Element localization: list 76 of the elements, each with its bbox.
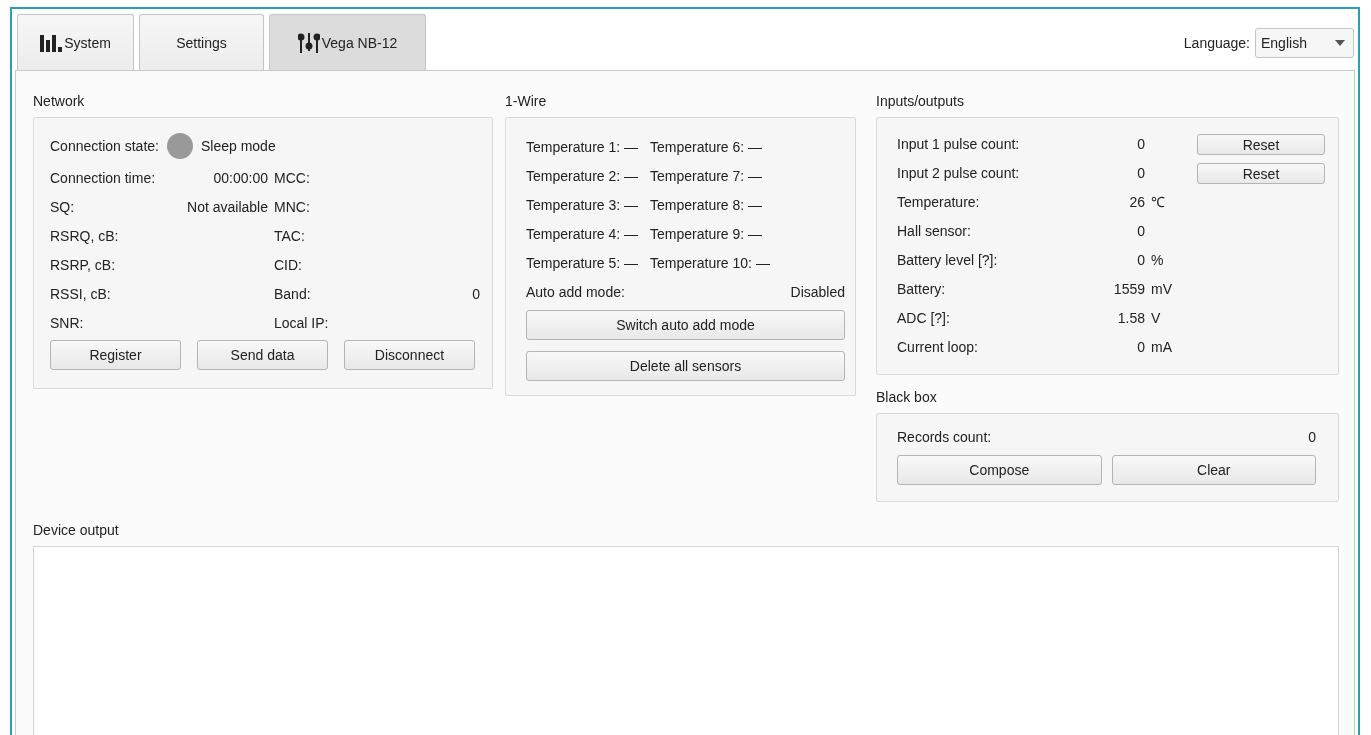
field-value: 00:00:00: [212, 169, 268, 188]
field-label: Hall sensor:: [897, 222, 972, 241]
field-value: Sleep mode: [200, 138, 276, 154]
field-label: Connection state:: [50, 138, 159, 154]
output-text-area[interactable]: [33, 546, 1339, 735]
field-label: Connection time:: [50, 169, 157, 188]
unit-label: ℃: [1151, 193, 1166, 212]
reset-button[interactable]: Reset: [1197, 163, 1325, 184]
language-value: English: [1261, 35, 1307, 51]
field-value: 0: [1136, 338, 1145, 357]
field-label: RSSI, cB:: [50, 285, 112, 304]
action-button[interactable]: Disconnect: [344, 340, 475, 370]
field-value: 0: [1136, 164, 1145, 183]
field-value: Disabled: [790, 283, 845, 300]
field-label: Battery level [?]:: [897, 251, 999, 270]
unit-label: %: [1151, 251, 1165, 270]
field-label: RSRQ, cB:: [50, 227, 120, 246]
sensor-reading: Temperature 7: —: [650, 166, 764, 186]
action-button[interactable]: Delete all sensors: [526, 351, 845, 381]
sensor-reading: Temperature 1: —: [526, 137, 639, 157]
field-value: 26: [1128, 193, 1145, 212]
field-value: 0: [1136, 222, 1145, 241]
language-label: Language:: [1183, 35, 1250, 51]
action-button[interactable]: Clear: [1111, 455, 1316, 485]
field-label: Auto add mode:: [526, 283, 625, 300]
unit-label: V: [1151, 309, 1162, 328]
action-button[interactable]: Switch auto add mode: [526, 310, 845, 340]
field-label: Band:: [274, 285, 312, 304]
field-label: Battery:: [897, 280, 947, 299]
language-dropdown[interactable]: English: [1255, 28, 1354, 58]
field-label: Records count:: [897, 428, 992, 445]
sensor-reading: Temperature 10: —: [650, 253, 770, 273]
sliders-icon: [297, 32, 320, 53]
action-button[interactable]: Register: [50, 340, 181, 370]
field-value: 0: [1136, 135, 1145, 154]
tab[interactable]: Vega NB-12: [269, 14, 426, 70]
field-label: ADC [?]:: [897, 309, 951, 328]
field-label: Current loop:: [897, 338, 979, 357]
field-label: Local IP:: [274, 314, 330, 333]
group-title: Device output: [33, 522, 120, 538]
field-label: RSRP, cB:: [50, 256, 117, 275]
field-label: Temperature:: [897, 193, 981, 212]
sensor-reading: Temperature 3: —: [526, 195, 639, 215]
sensor-reading: Temperature 6: —: [650, 137, 764, 157]
field-label: CID:: [274, 256, 303, 275]
bar-chart-icon: [40, 33, 63, 52]
field-label: Input 2 pulse count:: [897, 164, 1021, 183]
sensor-reading: Temperature 2: —: [526, 166, 639, 186]
group-title: Network: [33, 93, 86, 109]
reset-button[interactable]: Reset: [1197, 134, 1325, 155]
group-title: 1-Wire: [505, 93, 548, 109]
sensor-reading: Temperature 9: —: [650, 224, 764, 244]
field-label: Input 1 pulse count:: [897, 135, 1021, 154]
field-value: 1559: [1112, 280, 1145, 299]
field-label: MCC:: [274, 169, 311, 188]
tab[interactable]: System: [17, 14, 134, 70]
sensor-reading: Temperature 4: —: [526, 224, 639, 244]
sensor-reading: Temperature 8: —: [650, 195, 764, 215]
group-title: Black box: [876, 389, 938, 405]
action-button[interactable]: Compose: [897, 455, 1102, 485]
field-value: 0: [1308, 428, 1316, 445]
field-value: 1.58: [1116, 309, 1145, 328]
action-button[interactable]: Send data: [197, 340, 328, 370]
field-label: TAC:: [274, 227, 306, 246]
unit-label: mA: [1151, 338, 1173, 357]
sensor-reading: Temperature 5: —: [526, 253, 639, 273]
dropdown-arrow-icon: [1335, 40, 1345, 46]
field-value: 0: [471, 285, 480, 304]
unit-label: mV: [1151, 280, 1173, 299]
field-value: 0: [1136, 251, 1145, 270]
group-title: Inputs/outputs: [876, 93, 965, 109]
field-label: SQ:: [50, 198, 76, 217]
field-value: Not available: [186, 198, 268, 217]
field-label: MNC:: [274, 198, 311, 217]
field-label: SNR:: [50, 314, 85, 333]
tab[interactable]: Settings: [139, 14, 264, 70]
